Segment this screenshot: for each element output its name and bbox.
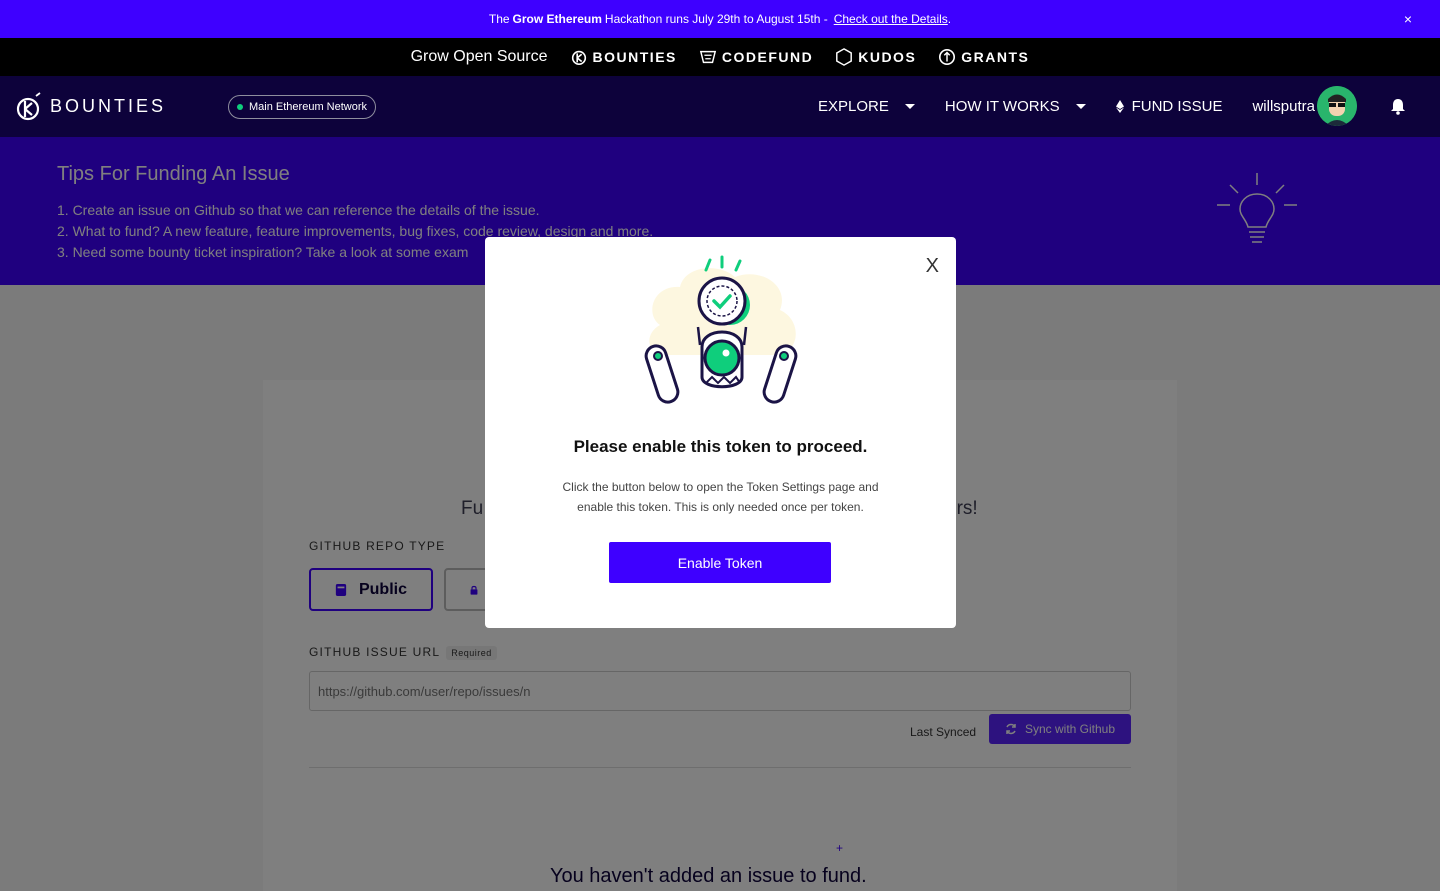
product-kudos-label: KUDOS bbox=[858, 49, 917, 65]
ethereum-icon bbox=[1115, 100, 1124, 113]
product-bounties-label: BOUNTIES bbox=[592, 49, 677, 65]
bounties-icon bbox=[571, 50, 586, 66]
network-label: Main Ethereum Network bbox=[249, 100, 368, 113]
products-tagline[interactable]: Grow Open Source bbox=[411, 48, 548, 66]
nav-how-it-works-label: HOW IT WORKS bbox=[944, 98, 1060, 115]
product-codefund[interactable]: CODEFUND bbox=[699, 48, 813, 66]
network-status-dot bbox=[237, 103, 244, 110]
nav-explore[interactable]: EXPLORE bbox=[818, 98, 915, 115]
bounties-logo-icon bbox=[16, 91, 41, 120]
product-bounties[interactable]: BOUNTIES bbox=[570, 48, 677, 66]
modal-title: Please enable this token to proceed. bbox=[573, 437, 868, 456]
nav-username: willsputra bbox=[1252, 98, 1315, 115]
enable-token-modal: X Please enable this token to proceed. C… bbox=[485, 237, 956, 628]
bell-icon[interactable] bbox=[1390, 98, 1406, 115]
nav-explore-label: EXPLORE bbox=[818, 98, 889, 115]
chevron-down-icon bbox=[904, 104, 915, 109]
product-kudos[interactable]: KUDOS bbox=[835, 48, 916, 66]
announcement-link[interactable]: Check out the Details bbox=[834, 12, 948, 26]
modal-body: Click the button below to open the Token… bbox=[562, 480, 879, 514]
announcement-event: Grow Ethereum bbox=[512, 12, 602, 26]
main-nav: BOUNTIES Main Ethereum Network EXPLORE H… bbox=[0, 76, 1440, 137]
enable-token-button[interactable]: Enable Token bbox=[609, 542, 831, 583]
nav-fund-issue-label: FUND ISSUE bbox=[1131, 98, 1223, 115]
grants-icon bbox=[939, 48, 956, 66]
avatar[interactable] bbox=[1317, 86, 1357, 126]
announcement-suffix: . bbox=[947, 12, 952, 26]
nav-fund-issue[interactable]: FUND ISSUE bbox=[1115, 98, 1223, 115]
product-grants-label: GRANTS bbox=[961, 49, 1030, 65]
codefund-icon bbox=[699, 50, 716, 64]
product-codefund-label: CODEFUND bbox=[721, 49, 814, 65]
modal-close-button[interactable]: X bbox=[926, 255, 939, 278]
logo-text: BOUNTIES bbox=[50, 96, 167, 116]
bounties-logo[interactable]: BOUNTIES bbox=[16, 91, 167, 122]
products-bar: Grow Open Source BOUNTIES CODEFUND KUDOS… bbox=[0, 38, 1440, 76]
nav-how-it-works[interactable]: HOW IT WORKS bbox=[945, 98, 1086, 115]
announcement-bar: The Grow Ethereum Hackathon runs July 29… bbox=[0, 0, 1440, 38]
avatar-image bbox=[1317, 86, 1357, 126]
network-badge[interactable]: Main Ethereum Network bbox=[228, 94, 377, 119]
robot-token-illustration bbox=[644, 255, 798, 404]
announcement-text: Hackathon runs July 29th to August 15th … bbox=[604, 12, 828, 26]
announcement-prefix: The bbox=[488, 12, 510, 26]
product-grants[interactable]: GRANTS bbox=[938, 48, 1029, 66]
announcement-close-icon[interactable]: × bbox=[1404, 11, 1412, 27]
chevron-down-icon bbox=[1075, 104, 1086, 109]
kudos-icon bbox=[836, 48, 853, 66]
nav-links: EXPLORE HOW IT WORKS FUND ISSUE willsput… bbox=[818, 76, 1341, 137]
